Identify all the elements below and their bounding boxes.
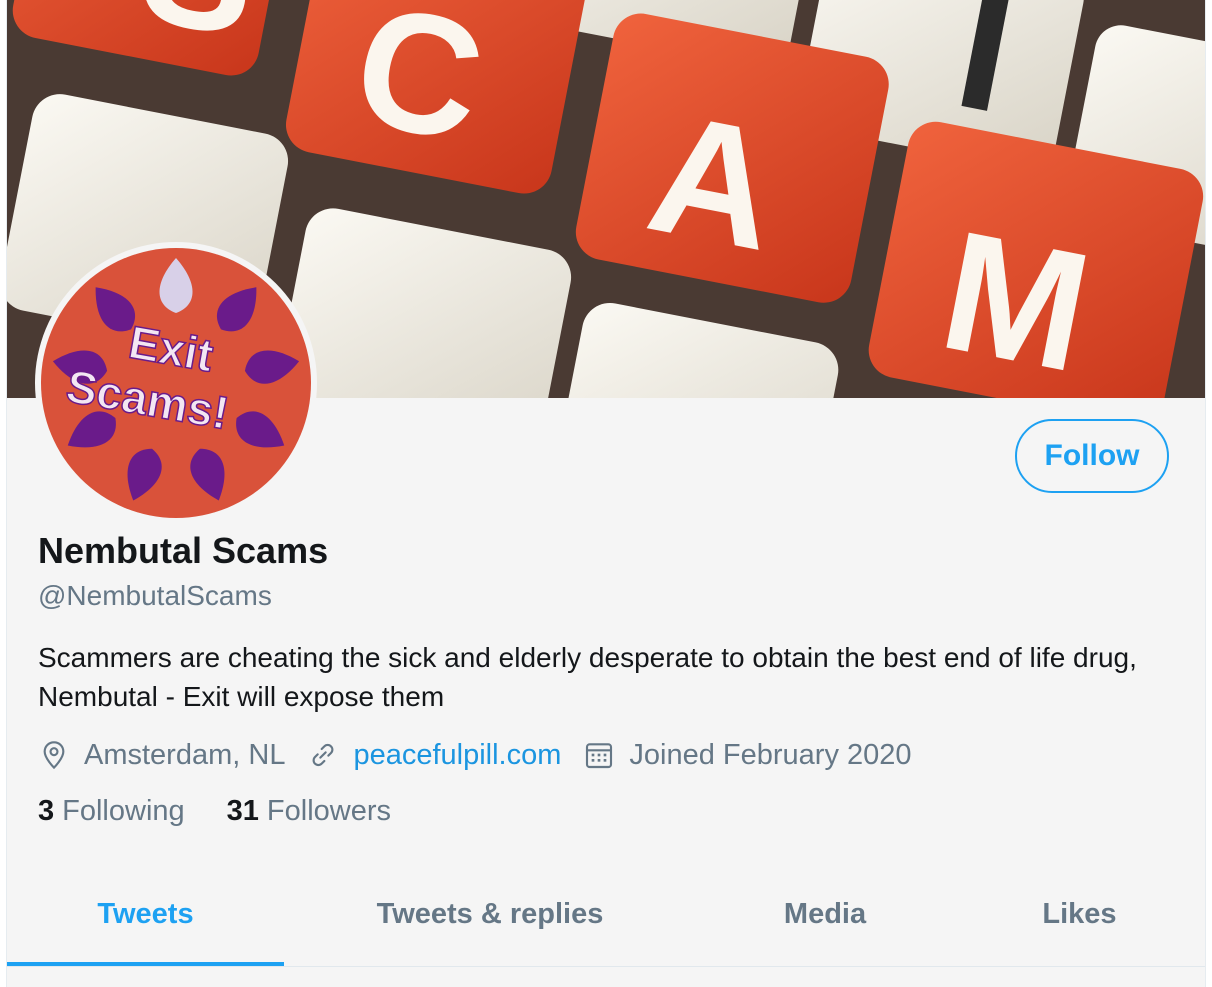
tab-tweets-and-replies[interactable]: Tweets & replies: [284, 862, 696, 966]
profile-bio: Scammers are cheating the sick and elder…: [38, 642, 1137, 712]
profile-website[interactable]: peacefulpill.com: [307, 739, 561, 772]
follow-button[interactable]: Follow: [1015, 419, 1169, 493]
location-pin-icon: [43, 741, 65, 770]
profile-handle: @NembutalScams: [38, 580, 272, 611]
profile-display-name: Nembutal Scams: [38, 530, 329, 571]
profile-website-link[interactable]: peacefulpill.com: [353, 739, 561, 772]
profile-joined-text: Joined February 2020: [629, 738, 912, 771]
profile-page: S C A M: [6, 0, 1206, 987]
followers-count-link[interactable]: 31 Followers: [227, 795, 391, 828]
profile-joined: Joined February 2020: [583, 738, 912, 772]
following-count: 3: [38, 795, 55, 827]
profile-avatar[interactable]: Exit Scams!: [35, 242, 317, 524]
profile-tabs: Tweets Tweets & replies Media Likes: [7, 862, 1205, 967]
following-label: Following: [62, 795, 185, 827]
tab-likes[interactable]: Likes: [954, 862, 1205, 966]
profile-location-text: Amsterdam, NL: [84, 738, 286, 771]
profile-location: Amsterdam, NL: [38, 739, 285, 772]
following-count-link[interactable]: 3 Following: [38, 795, 185, 828]
followers-count: 31: [226, 795, 259, 827]
tab-tweets[interactable]: Tweets: [7, 862, 284, 966]
profile-meta-row: Amsterdam, NL peacefulpill.com Joined Fe…: [38, 734, 934, 776]
link-icon: [313, 743, 334, 767]
followers-label: Followers: [266, 795, 391, 827]
profile-stats: 3 Following 31 Followers: [38, 795, 433, 828]
tab-media[interactable]: Media: [696, 862, 954, 966]
calendar-icon: [586, 743, 613, 769]
